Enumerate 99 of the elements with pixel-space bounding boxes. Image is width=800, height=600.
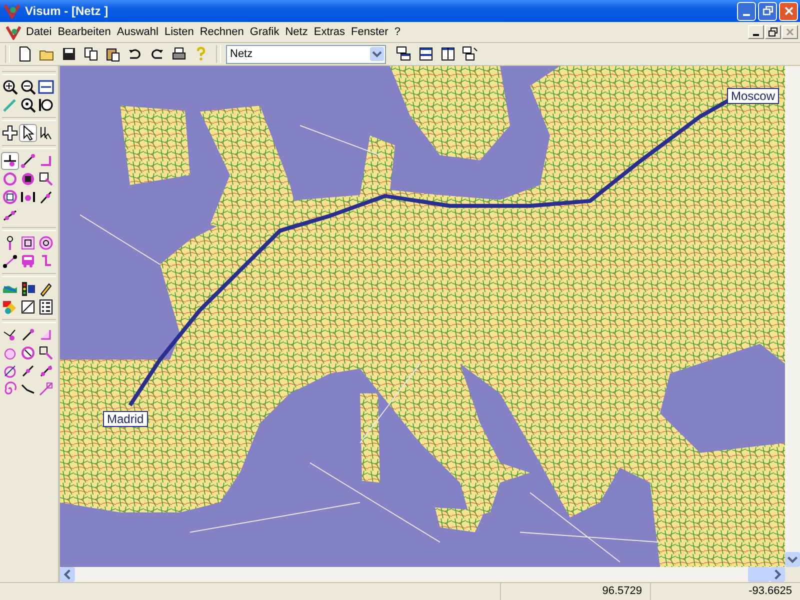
printer-icon <box>171 46 187 62</box>
scroll-down-icon <box>785 552 800 567</box>
legend-icon <box>38 299 54 315</box>
shapes-button[interactable] <box>1 298 19 316</box>
zoom-in-icon <box>2 79 18 95</box>
territory-icon <box>2 189 18 205</box>
close-icon <box>784 26 796 38</box>
connector-edit-icon <box>38 345 54 361</box>
stop-link-icon <box>2 253 18 269</box>
pointer-button[interactable] <box>19 124 37 142</box>
territory-edit-icon <box>2 363 18 379</box>
stop-area-button[interactable] <box>19 234 37 252</box>
menu-item[interactable]: Datei <box>23 25 55 39</box>
menu-item[interactable]: Listen <box>161 25 197 39</box>
scrollbar-thumb[interactable] <box>748 567 770 582</box>
menu-item[interactable]: Auswahl <box>114 25 162 39</box>
link-join-icon <box>38 363 54 379</box>
stop-button[interactable] <box>37 234 55 252</box>
bus-icon <box>20 253 36 269</box>
main-zone-button[interactable] <box>19 170 37 188</box>
bus-button[interactable] <box>19 252 37 270</box>
zoom-out-button[interactable] <box>19 78 37 96</box>
view-dropdown[interactable]: Netz <box>226 44 386 64</box>
save-icon <box>61 46 77 62</box>
pen-icon <box>2 97 18 113</box>
connector-button[interactable] <box>37 170 55 188</box>
arrange-windows-button[interactable] <box>460 44 480 64</box>
zoom-out-icon <box>20 79 36 95</box>
node-icon <box>2 153 18 169</box>
main-zone-edit-icon <box>20 345 36 361</box>
city-label: Madrid <box>103 411 148 427</box>
cascade-windows-icon <box>396 46 412 62</box>
poi-icon <box>20 189 36 205</box>
menu-item[interactable]: Netz <box>282 25 311 39</box>
close-button[interactable] <box>779 2 798 20</box>
zoom-extent-button[interactable] <box>37 78 55 96</box>
zoom-query-icon <box>20 97 36 113</box>
link-arrow-icon <box>38 189 54 205</box>
link-button[interactable] <box>19 152 37 170</box>
territory-button[interactable] <box>1 188 19 206</box>
stop-icon <box>38 235 54 251</box>
minimize-button[interactable] <box>748 25 764 39</box>
zoom-query-button[interactable] <box>19 96 37 114</box>
vertical-scrollbar[interactable] <box>785 66 800 567</box>
link-icon <box>20 153 36 169</box>
copy-icon <box>83 46 99 62</box>
connector-icon <box>38 171 54 187</box>
shapes-icon <box>2 299 18 315</box>
city-label: Moscow <box>727 88 780 104</box>
node-edit-icon <box>2 327 18 343</box>
restore-icon <box>760 4 774 18</box>
minimize-icon <box>743 14 750 16</box>
cross-icon <box>2 125 18 141</box>
zoom-in-button[interactable] <box>1 78 19 96</box>
route-split-icon <box>38 381 54 397</box>
undo-icon <box>127 46 143 62</box>
picture-button[interactable] <box>19 298 37 316</box>
scroll-right-icon <box>770 567 785 582</box>
zoom-extent-icon <box>38 79 54 95</box>
legend-button[interactable] <box>37 298 55 316</box>
new-file-icon <box>17 46 33 62</box>
stop-area-icon <box>20 235 36 251</box>
menu-item[interactable]: Extras <box>310 25 348 39</box>
main-zone-icon <box>20 171 36 187</box>
restore-icon <box>767 26 779 38</box>
menu-item[interactable]: ? <box>391 25 404 39</box>
turn-edit-icon <box>38 327 54 343</box>
status-coordinate: -93.6625 <box>650 583 800 600</box>
app-logo-icon <box>4 3 20 19</box>
redo-icon <box>149 46 165 62</box>
turn-icon <box>38 153 54 169</box>
zone-icon <box>2 171 18 187</box>
tile-vertical-icon <box>440 46 456 62</box>
stop-link-button[interactable] <box>1 252 19 270</box>
restore-button[interactable] <box>765 25 781 39</box>
node-button[interactable] <box>1 152 19 170</box>
scroll-left-icon <box>60 567 75 582</box>
traffic-light-icon <box>20 281 36 297</box>
cross-button[interactable] <box>1 124 19 142</box>
connector-edit-button[interactable] <box>37 344 55 362</box>
pencil-icon <box>38 281 54 297</box>
menu-item[interactable]: Fenster <box>348 25 392 39</box>
traffic-light-button[interactable] <box>19 280 37 298</box>
minimize-icon <box>753 34 759 36</box>
picture-icon <box>20 299 36 315</box>
menu-item[interactable]: Bearbeiten <box>54 25 114 39</box>
link-split-edit-icon <box>20 363 36 379</box>
tile-horizontal-icon <box>418 46 434 62</box>
menu-item[interactable]: Rechnen <box>196 25 247 39</box>
paste-icon <box>105 46 121 62</box>
link-edit-icon <box>20 327 36 343</box>
spiral-icon <box>2 381 18 397</box>
arrange-windows-icon <box>462 46 478 62</box>
window-title: Visum - [Netz ] <box>25 4 108 18</box>
app-logo-icon <box>6 24 21 40</box>
status-coordinate: 96.5729 <box>500 583 650 600</box>
close-button[interactable] <box>782 25 798 39</box>
main-zone-edit-button[interactable] <box>19 344 37 362</box>
menu-item[interactable]: Grafik <box>246 25 282 39</box>
